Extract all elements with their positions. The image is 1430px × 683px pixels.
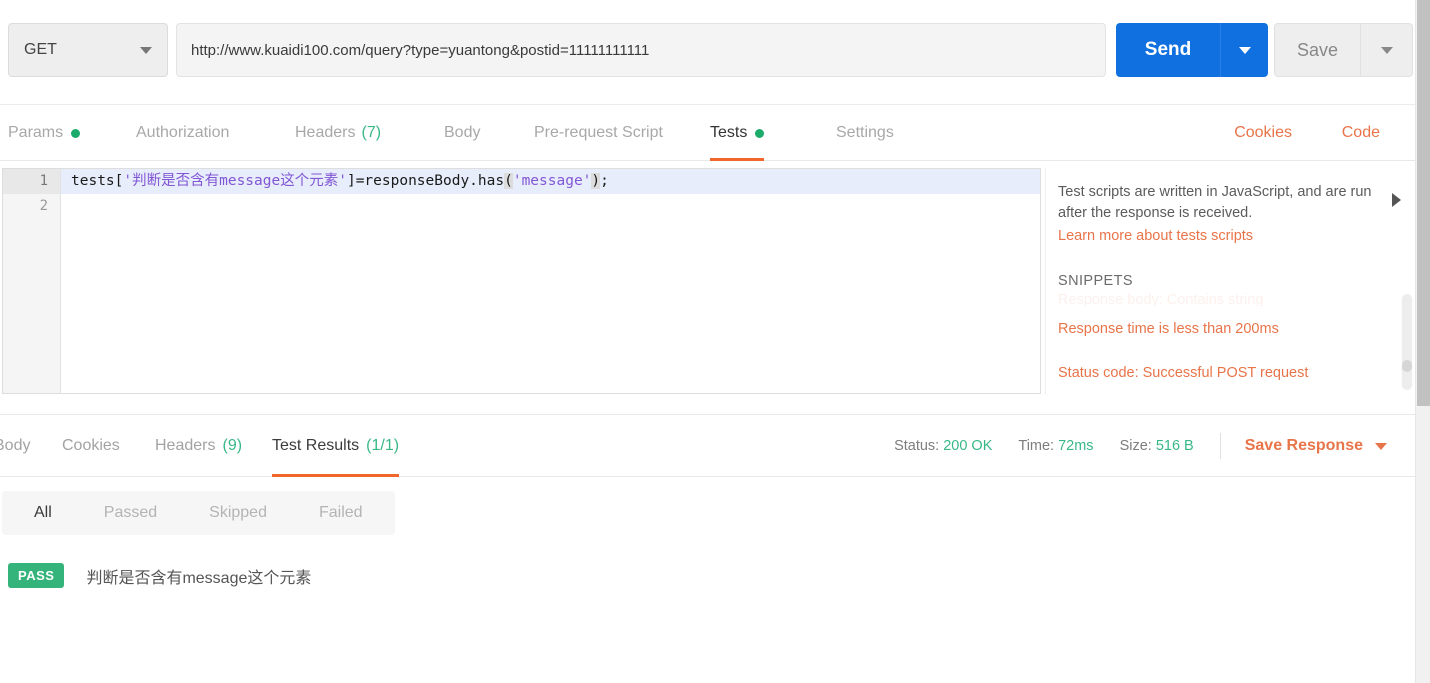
- snippets-description: Test scripts are written in JavaScript, …: [1058, 184, 1372, 221]
- response-tab-bar: Body Cookies Headers (9) Test Results (1…: [0, 415, 1415, 477]
- response-tab-headers-count: (9): [222, 437, 243, 454]
- status-value: 200 OK: [943, 438, 993, 454]
- code-token-paren-close: ): [591, 173, 601, 189]
- tab-headers-label: Headers: [295, 124, 356, 141]
- editor-line-number-gutter: 1 2: [3, 169, 61, 393]
- response-tab-cookies[interactable]: Cookies: [62, 415, 120, 477]
- status-badge: Status: 200 OK: [894, 438, 992, 454]
- code-token-paren-open: (: [504, 173, 513, 189]
- snippets-scrollbar[interactable]: [1401, 294, 1413, 390]
- save-button-group: Save: [1274, 23, 1413, 77]
- code-token-identifier: tests[: [71, 173, 124, 189]
- filter-passed[interactable]: Passed: [78, 491, 183, 535]
- page-scrollbar-thumb[interactable]: [1417, 0, 1430, 406]
- code-token-string: '判断是否含有message这个元素': [123, 173, 347, 189]
- save-button[interactable]: Save: [1275, 24, 1360, 76]
- chevron-down-icon: [1375, 442, 1387, 450]
- learn-more-link[interactable]: Learn more about tests scripts: [1058, 228, 1253, 244]
- filter-all[interactable]: All: [8, 491, 78, 535]
- tab-settings-label: Settings: [836, 124, 894, 141]
- tab-body[interactable]: Body: [444, 105, 480, 161]
- cookies-link[interactable]: Cookies: [1234, 105, 1292, 161]
- active-tab-underline: [710, 158, 765, 161]
- divider: [1219, 433, 1221, 459]
- tab-authorization-label: Authorization: [136, 124, 230, 141]
- chevron-down-icon: [1238, 46, 1251, 54]
- request-url-input[interactable]: http://www.kuaidi100.com/query?type=yuan…: [176, 23, 1106, 77]
- main-column: GET http://www.kuaidi100.com/query?type=…: [0, 0, 1415, 683]
- save-response-button[interactable]: Save Response: [1245, 437, 1387, 455]
- snippets-panel: Test scripts are written in JavaScript, …: [1045, 168, 1415, 394]
- snippet-item-faded[interactable]: Response body: Contains string: [1058, 292, 1358, 306]
- postman-request-window: GET http://www.kuaidi100.com/query?type=…: [0, 0, 1430, 683]
- time-value: 72ms: [1058, 438, 1094, 454]
- response-tab-test-results-count: (1/1): [366, 437, 400, 454]
- chevron-down-icon: [140, 46, 152, 54]
- response-status-bar: Status: 200 OK Time: 72ms Size: 516 B Save …: [868, 415, 1415, 477]
- response-tab-test-results[interactable]: Test Results (1/1): [272, 415, 400, 477]
- tab-settings[interactable]: Settings: [836, 105, 894, 161]
- snippet-item-response-time[interactable]: Response time is less than 200ms: [1058, 321, 1279, 337]
- tab-params[interactable]: Params: [8, 105, 81, 161]
- snippets-scrollbar-thumb[interactable]: [1402, 294, 1412, 390]
- send-button[interactable]: Send: [1116, 23, 1220, 77]
- http-method-dropdown[interactable]: GET: [8, 23, 168, 77]
- response-tab-headers[interactable]: Headers (9): [155, 415, 242, 477]
- editor-code-area[interactable]: tests['判断是否含有message这个元素']=responseBody.…: [61, 169, 1040, 393]
- active-tab-underline: [272, 474, 400, 477]
- time-label: Time:: [1018, 438, 1055, 454]
- response-tab-test-results-label: Test Results: [272, 437, 360, 454]
- tab-tests-label: Tests: [710, 124, 748, 141]
- code-link[interactable]: Code: [1342, 105, 1380, 161]
- chevron-down-icon: [1380, 46, 1393, 54]
- tab-pre-request-script-label: Pre-request Script: [534, 124, 663, 141]
- size-label: Size:: [1119, 438, 1152, 454]
- size-value: 516 B: [1155, 438, 1194, 454]
- tab-tests[interactable]: Tests: [710, 105, 765, 161]
- send-options-button[interactable]: [1220, 23, 1268, 77]
- response-tab-cookies-label: Cookies: [62, 437, 120, 454]
- save-response-label: Save Response: [1244, 437, 1363, 454]
- test-result-name: 判断是否含有message这个元素: [86, 569, 312, 587]
- status-label: Status:: [894, 438, 940, 454]
- filter-failed[interactable]: Failed: [293, 491, 389, 535]
- page-scrollbar[interactable]: [1415, 0, 1430, 683]
- response-tab-body[interactable]: Body: [0, 415, 30, 477]
- tab-headers[interactable]: Headers (7): [295, 105, 381, 161]
- snippet-item-status-code[interactable]: Status code: Successful POST request: [1058, 365, 1308, 381]
- request-tab-bar: Params Authorization Headers (7) Body Pr…: [0, 105, 1415, 161]
- request-url-bar: GET http://www.kuaidi100.com/query?type=…: [0, 0, 1415, 105]
- send-button-group: Send: [1116, 23, 1268, 77]
- size-badge: Size: 516 B: [1120, 438, 1194, 454]
- test-result-row: PASS 判断是否含有message这个元素: [8, 563, 311, 588]
- filter-skipped[interactable]: Skipped: [183, 491, 293, 535]
- save-options-button[interactable]: [1360, 24, 1412, 76]
- unsaved-dot-icon: [755, 128, 765, 138]
- status-badge: PASS: [8, 563, 65, 588]
- code-token-expression: ]=responseBody.has: [346, 173, 505, 189]
- tab-headers-count: (7): [361, 124, 382, 141]
- tab-pre-request-script[interactable]: Pre-request Script: [534, 105, 663, 161]
- code-line-2[interactable]: [61, 194, 1040, 219]
- response-tab-body-label: Body: [0, 437, 31, 454]
- time-badge: Time: 72ms: [1018, 438, 1093, 454]
- tests-script-editor[interactable]: 1 2 tests['判断是否含有message这个元素']=responseB…: [2, 168, 1041, 394]
- tab-body-label: Body: [444, 124, 481, 141]
- code-token-semicolon: ;: [600, 173, 609, 189]
- tab-authorization[interactable]: Authorization: [136, 105, 229, 161]
- unsaved-dot-icon: [71, 128, 81, 138]
- code-line-1[interactable]: tests['判断是否含有message这个元素']=responseBody.…: [61, 169, 1040, 194]
- code-token-string: 'message': [512, 173, 592, 189]
- snippets-scrollbar-knob[interactable]: [1402, 360, 1412, 372]
- test-result-filter-bar: All Passed Skipped Failed: [2, 491, 395, 535]
- http-method-label: GET: [24, 41, 57, 58]
- response-tab-headers-label: Headers: [155, 437, 216, 454]
- tab-params-label: Params: [8, 124, 64, 141]
- snippets-header: SNIPPETS: [1058, 273, 1133, 289]
- line-number: 2: [39, 198, 48, 214]
- triangle-right-icon[interactable]: [1392, 193, 1401, 207]
- line-number: 1: [3, 169, 60, 194]
